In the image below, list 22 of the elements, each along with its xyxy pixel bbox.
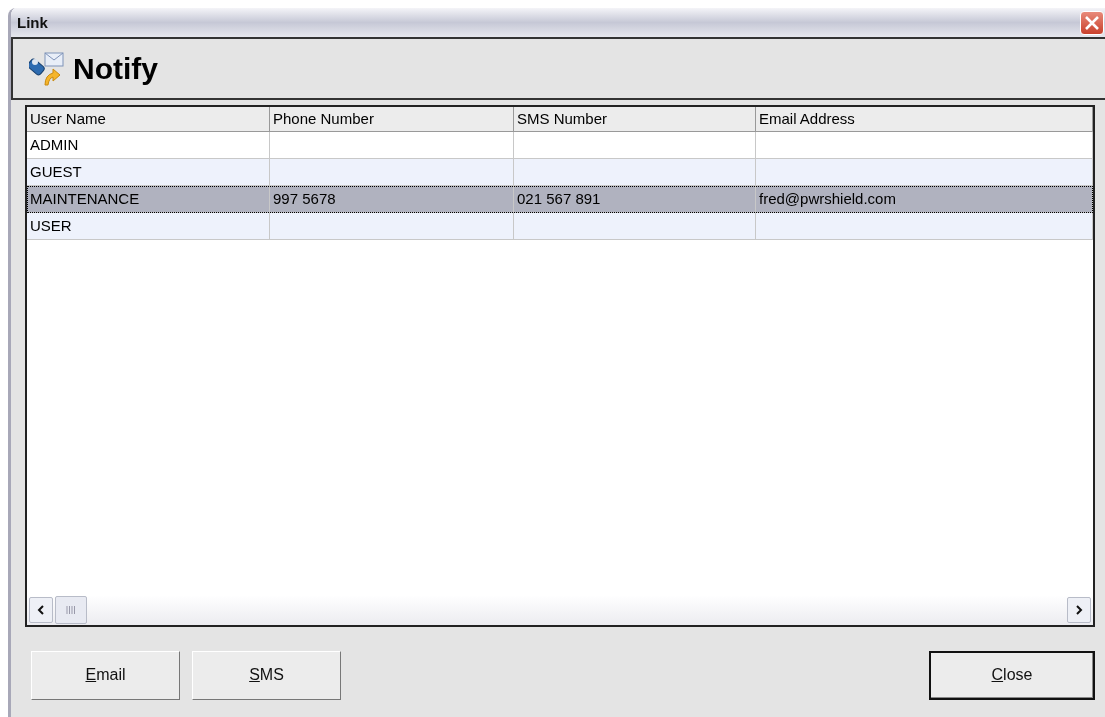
phone-envelope-icon (29, 50, 65, 87)
table-row[interactable]: GUEST (27, 159, 1093, 186)
close-icon[interactable] (1080, 10, 1104, 35)
scroll-right-icon[interactable] (1067, 597, 1091, 623)
table-cell: USER (30, 217, 72, 234)
table-cell: fred@pwrshield.com (759, 190, 896, 207)
table-cell: MAINTENANCE (30, 190, 140, 207)
table-cell: ADMIN (30, 136, 79, 153)
table-cell: 021 567 891 (517, 190, 601, 207)
scroll-left-icon[interactable] (29, 597, 53, 623)
close-button[interactable]: Close (929, 650, 1095, 700)
table-row[interactable]: MAINTENANCE 997 5678 021 567 891 fred@pwrshield.com (27, 186, 1093, 213)
table-row[interactable]: ADMIN (27, 132, 1093, 159)
dialog-button[interactable]: SMS (192, 650, 341, 700)
window-title: Link (17, 14, 48, 31)
horizontal-scrollbar[interactable] (27, 595, 1093, 625)
scroll-thumb[interactable] (55, 596, 87, 624)
table-cell: GUEST (30, 163, 82, 180)
dialog-heading: Notify (73, 51, 158, 86)
table-row[interactable]: USER (27, 213, 1093, 240)
dialog-button[interactable]: Email (31, 650, 180, 700)
table-cell: 997 5678 (273, 190, 336, 207)
